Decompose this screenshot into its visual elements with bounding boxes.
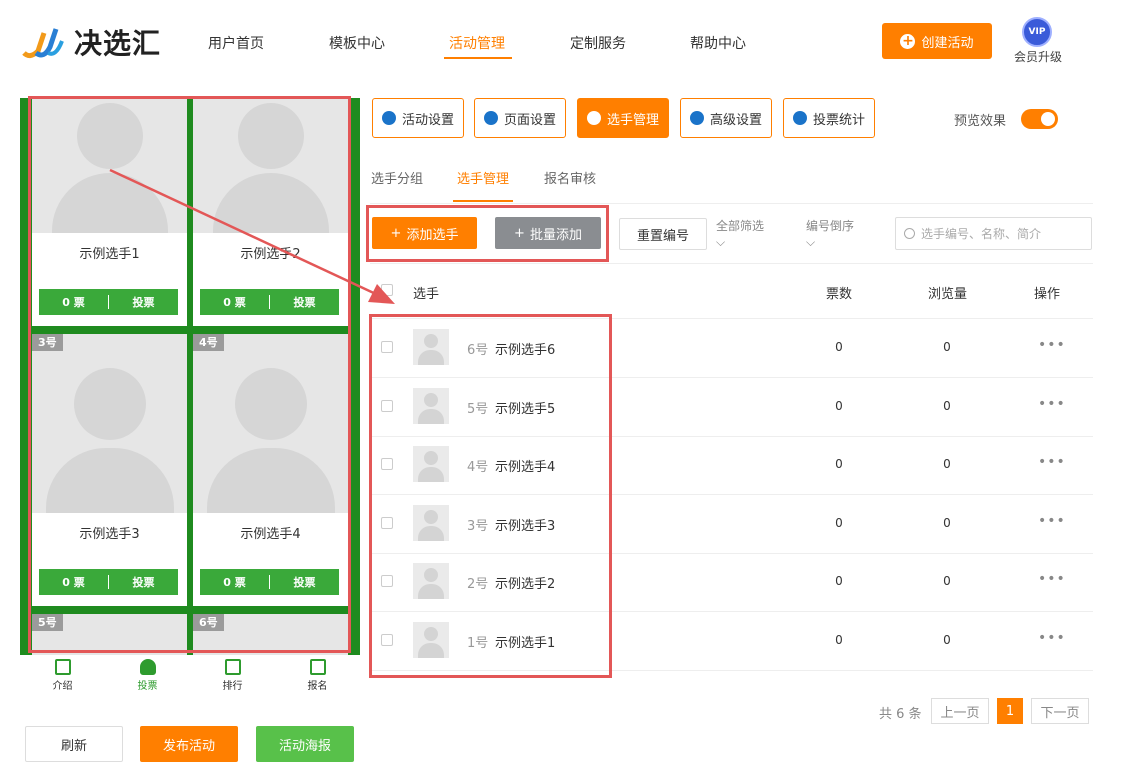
annotation-arrow xyxy=(109,168,395,304)
